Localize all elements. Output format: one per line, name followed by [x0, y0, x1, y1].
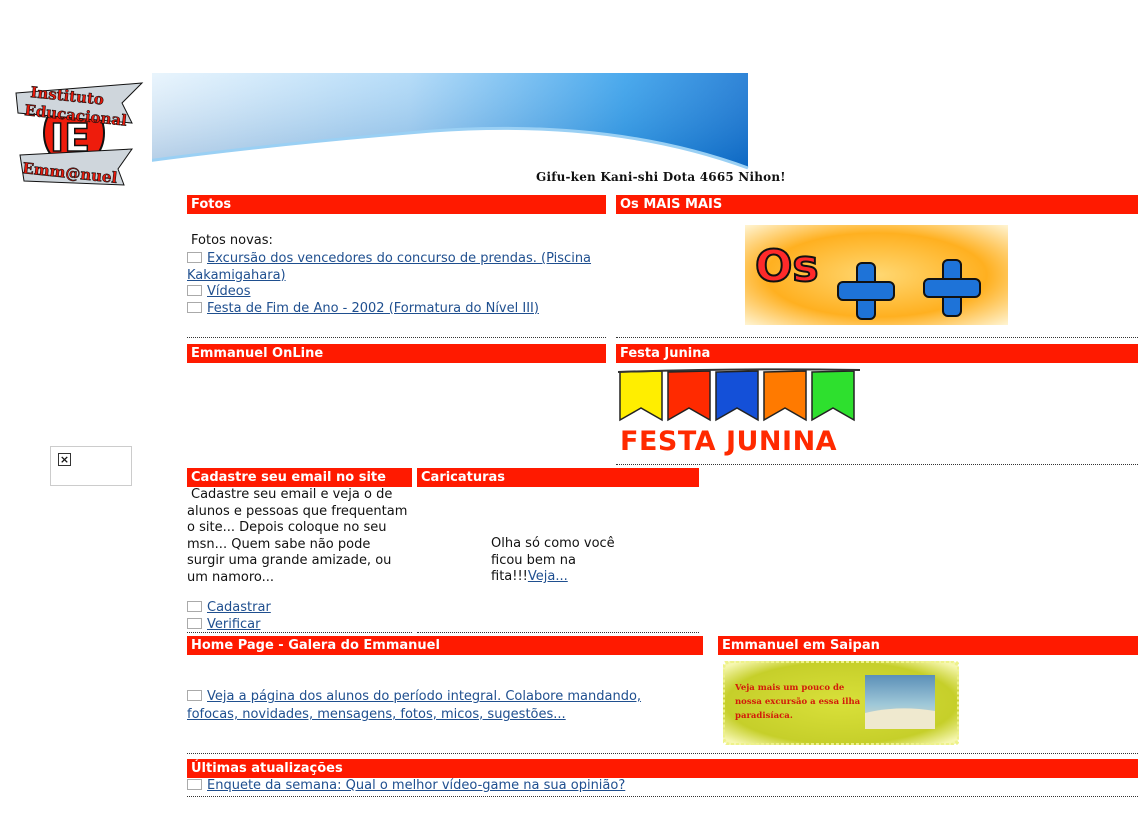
cadastre-text: Cadastre seu email e veja o de alunos e …	[187, 487, 408, 585]
caricaturas-veja-link[interactable]: Veja...	[528, 569, 568, 584]
saipan-image[interactable]: Veja mais um pouco de nossa excursão a e…	[721, 659, 961, 747]
svg-text:FESTA JUNINA: FESTA JUNINA	[620, 426, 837, 457]
divider	[616, 337, 1138, 338]
cadastrar-link[interactable]: Cadastrar	[207, 600, 271, 615]
junina-header: Festa Junina	[616, 344, 1138, 363]
flag-icon	[811, 370, 855, 422]
bullet-icon	[187, 252, 202, 263]
list-item: Excursão dos vencedores do concurso de p…	[187, 251, 607, 284]
list-item: Festa de Fim de Ano - 2002 (Formatura do…	[187, 301, 607, 318]
bullet-icon	[187, 779, 202, 790]
fotos-link-videos[interactable]: Vídeos	[207, 284, 250, 299]
divider	[417, 632, 699, 633]
homepage-item: Veja a página dos alunos do período inte…	[187, 688, 687, 724]
bullet-icon	[187, 617, 202, 629]
os-mais-image[interactable]: Os	[745, 225, 1008, 325]
verificar-link[interactable]: Verificar	[207, 617, 261, 632]
homepage-header: Home Page - Galera do Emmanuel	[187, 636, 703, 655]
divider	[616, 464, 1138, 465]
list-item: Cadastrar	[187, 600, 409, 617]
caricaturas-text: Olha só como você ficou bem na fita!!!Ve…	[491, 536, 621, 586]
divider	[187, 753, 1138, 754]
bullet-icon	[187, 285, 202, 296]
fotos-list: Excursão dos vencedores do concurso de p…	[187, 251, 607, 317]
list-item: Vídeos	[187, 284, 607, 301]
enquete-link[interactable]: Enquete da semana: Qual o melhor vídeo-g…	[207, 778, 625, 793]
ultimas-header: Últimas atualizações	[187, 759, 1138, 778]
bullet-icon	[187, 690, 202, 701]
divider	[187, 796, 1138, 797]
fotos-intro: Fotos novas:	[191, 233, 273, 248]
flag-icon	[619, 370, 663, 422]
address-text: Gifu-ken Kani-shi Dota 4665 Nihon!	[536, 170, 786, 184]
flag-icon	[667, 370, 711, 422]
festa-junina-image[interactable]: FESTA JUNINA	[616, 368, 862, 458]
bullet-icon	[187, 301, 202, 313]
caricaturas-header: Caricaturas	[417, 468, 699, 487]
online-header: Emmanuel OnLine	[187, 344, 606, 363]
broken-image	[50, 446, 132, 486]
bullet-icon	[187, 601, 202, 612]
svg-text:IE: IE	[50, 116, 90, 160]
saipan-header: Emmanuel em Saipan	[718, 636, 1138, 655]
homepage-link[interactable]: Veja a página dos alunos do período inte…	[187, 689, 641, 722]
fotos-header: Fotos	[187, 195, 606, 214]
divider	[187, 337, 606, 338]
ultimas-item: Enquete da semana: Qual o melhor vídeo-g…	[187, 778, 1087, 795]
list-item: Verificar	[187, 617, 409, 634]
cadastre-header: Cadastre seu email no site	[187, 468, 412, 487]
fotos-link-festa[interactable]: Festa de Fim de Ano - 2002 (Formatura do…	[207, 301, 539, 316]
mais-header: Os MAIS MAIS	[616, 195, 1138, 214]
saipan-image-text: Veja mais um pouco de nossa excursão a e…	[735, 683, 861, 721]
svg-text:Os: Os	[755, 241, 819, 292]
flag-icon	[763, 370, 807, 422]
divider	[187, 632, 412, 633]
cadastre-links: Cadastrar Verificar	[187, 600, 409, 633]
flag-icon	[715, 370, 759, 422]
fotos-link-excursao[interactable]: Excursão dos vencedores do concurso de p…	[187, 251, 591, 283]
broken-image-icon: ×	[58, 453, 71, 466]
